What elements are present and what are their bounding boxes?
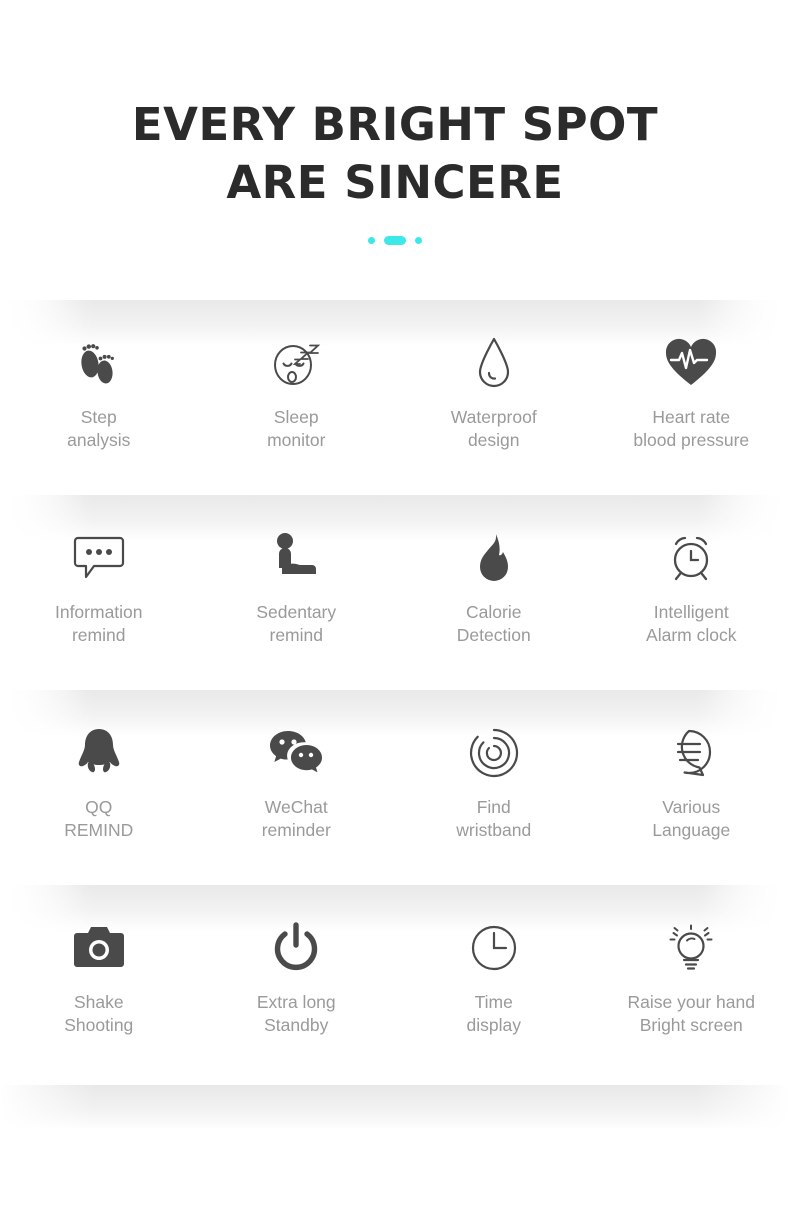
sleeping-face-icon [267, 334, 325, 392]
water-drop-icon [472, 334, 516, 392]
language-bubble-icon [665, 724, 717, 782]
feature-tile-various-language[interactable]: Various Language [593, 724, 790, 842]
feature-label: WeChat reminder [261, 797, 331, 840]
feature-row: Step analysis Sleep monitor Waterproof d… [0, 300, 790, 495]
feature-tile-qq-remind[interactable]: QQ REMIND [0, 724, 198, 842]
page-header: EVERY BRIGHT SPOT ARE SINCERE [0, 0, 790, 246]
lightbulb-icon [665, 919, 717, 977]
feature-label: Intelligent Alarm clock [646, 602, 737, 645]
feature-label: Raise your hand Bright screen [627, 992, 755, 1035]
feature-tile-information-remind[interactable]: Information remind [0, 529, 198, 647]
feature-rows: Step analysis Sleep monitor Waterproof d… [0, 300, 790, 1080]
feature-label: Information remind [54, 602, 143, 645]
decorative-dots [0, 234, 790, 246]
wechat-bubbles-icon [268, 724, 324, 782]
feature-tile-calorie-detection[interactable]: Calorie Detection [395, 529, 593, 647]
camera-icon [72, 919, 126, 977]
page-title-line-1: EVERY BRIGHT SPOT [131, 98, 659, 151]
flame-icon [473, 529, 515, 587]
feature-row: QQ REMIND WeChat reminder Find wristband… [0, 690, 790, 885]
power-icon [272, 919, 320, 977]
feature-label: Various Language [652, 797, 731, 840]
feature-label: Step analysis [67, 407, 131, 450]
feature-label: Sleep monitor [267, 407, 326, 450]
dot-small-left-icon [368, 236, 375, 244]
feature-label: Sedentary remind [256, 602, 337, 645]
feature-label: Time display [466, 992, 521, 1035]
feature-tile-step-analysis[interactable]: Step analysis [0, 334, 198, 452]
feature-label: QQ REMIND [64, 797, 134, 840]
alarm-clock-icon [664, 529, 718, 587]
heart-pulse-icon [663, 334, 719, 392]
page-title-line-2: ARE SINCERE [226, 156, 564, 209]
feature-label: Calorie Detection [456, 602, 531, 645]
clock-icon [469, 919, 519, 977]
footprints-icon [71, 334, 127, 392]
feature-label: Heart rate blood pressure [633, 407, 750, 450]
seated-person-icon [268, 529, 324, 587]
feature-tile-waterproof-design[interactable]: Waterproof design [395, 334, 593, 452]
feature-tile-find-wristband[interactable]: Find wristband [395, 724, 593, 842]
bottom-band [0, 1085, 790, 1131]
feature-label: Shake Shooting [64, 992, 134, 1035]
feature-tile-shake-shooting[interactable]: Shake Shooting [0, 919, 198, 1037]
dot-small-right-icon [415, 236, 422, 244]
feature-row: Information remind Sedentary remind Calo… [0, 495, 790, 690]
feature-tile-sleep-monitor[interactable]: Sleep monitor [198, 334, 396, 452]
feature-tile-time-display[interactable]: Time display [395, 919, 593, 1037]
feature-tile-sedentary-remind[interactable]: Sedentary remind [198, 529, 396, 647]
locate-target-icon [468, 724, 520, 782]
qq-penguin-icon [76, 724, 122, 782]
feature-label: Extra long Standby [256, 992, 336, 1035]
dot-pill-icon [384, 235, 406, 245]
feature-tile-raise-hand-bright-screen[interactable]: Raise your hand Bright screen [593, 919, 790, 1037]
speech-bubble-dots-icon [72, 529, 126, 587]
feature-row: Shake Shooting Extra long Standby Time d… [0, 885, 790, 1080]
feature-tile-heart-rate[interactable]: Heart rate blood pressure [593, 334, 790, 452]
feature-label: Find wristband [456, 797, 532, 840]
feature-tile-intelligent-alarm-clock[interactable]: Intelligent Alarm clock [593, 529, 790, 647]
feature-tile-wechat-reminder[interactable]: WeChat reminder [198, 724, 396, 842]
feature-tile-extra-long-standby[interactable]: Extra long Standby [198, 919, 396, 1037]
feature-label: Waterproof design [450, 407, 537, 450]
